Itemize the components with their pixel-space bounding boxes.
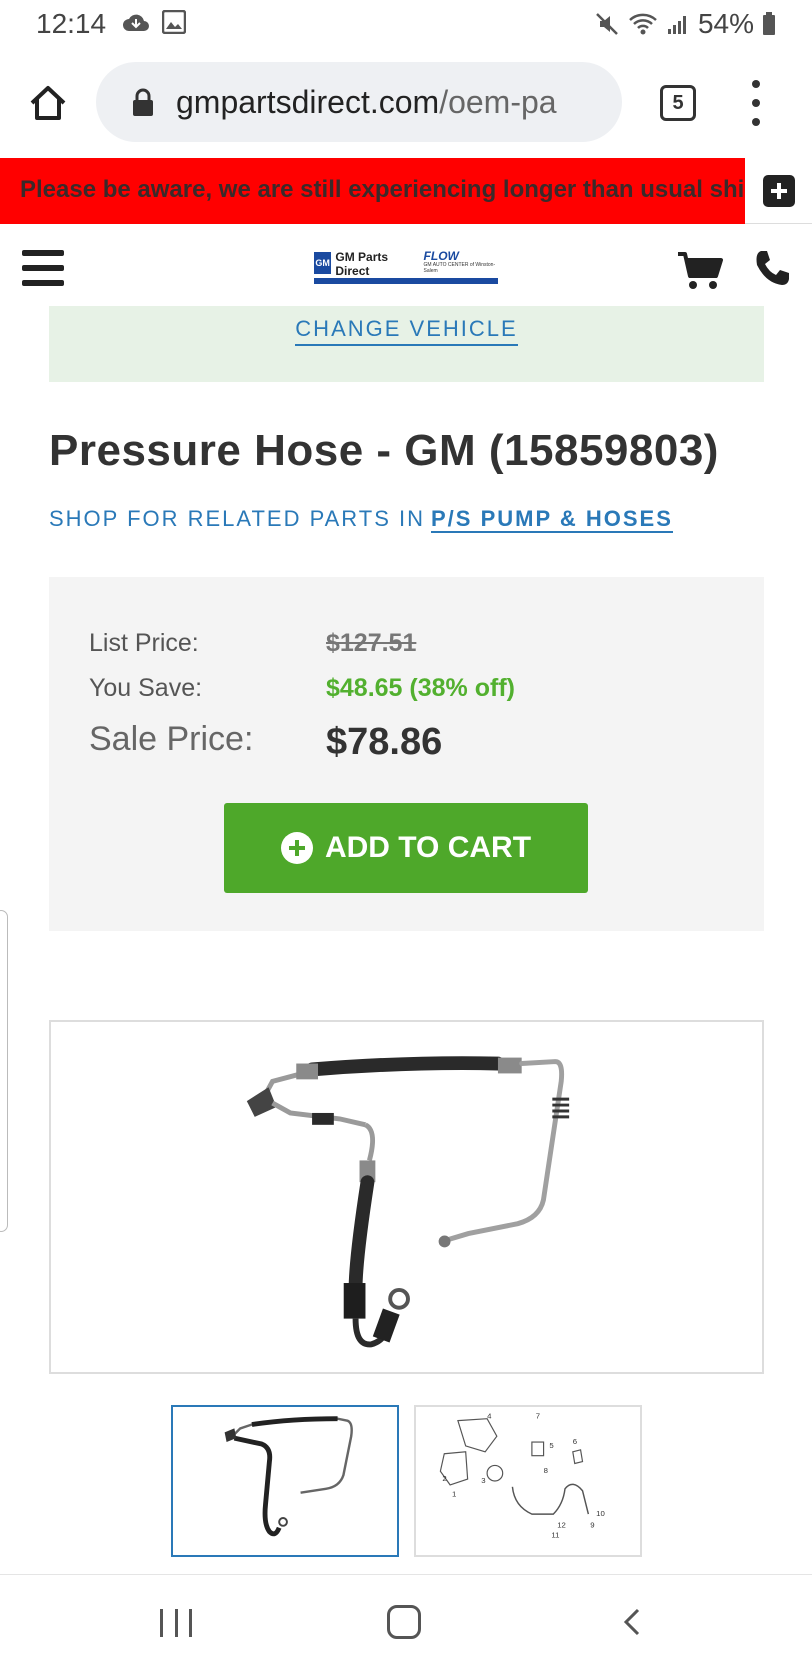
logo-partner-sub: GM AUTO CENTER of Winston-Salem	[423, 262, 496, 274]
system-home-button[interactable]	[387, 1605, 421, 1639]
status-left-icons	[122, 10, 186, 34]
thumbnail-parts-diagram[interactable]: 4 7 5 6 8 2 1 3 10 9 12 11	[414, 1405, 642, 1557]
menu-dot	[752, 99, 760, 107]
lock-icon	[133, 88, 153, 116]
diagram-callout: 4	[487, 1412, 492, 1421]
you-save-label: You Save:	[89, 674, 203, 702]
url-text: gmpartsdirect.com/oem-pa	[176, 84, 557, 121]
recents-line	[189, 1609, 192, 1637]
diagram-callout: 5	[549, 1441, 553, 1450]
tab-count: 5	[672, 91, 684, 114]
logo-underline	[314, 278, 498, 284]
phone-icon[interactable]	[752, 248, 792, 288]
list-price-label: List Price:	[89, 629, 199, 657]
diagram-callout: 7	[536, 1412, 540, 1421]
status-right: 54%	[594, 8, 776, 40]
mute-icon	[596, 13, 618, 35]
site-logo[interactable]: GM GM Parts Direct FLOW GM AUTO CENTER o…	[314, 250, 498, 284]
url-path: /oem-pa	[439, 83, 557, 120]
cloud-sync-icon	[123, 14, 149, 31]
menu-line	[22, 280, 64, 286]
menu-line	[22, 265, 64, 271]
plus-icon	[762, 174, 795, 207]
menu-line	[22, 250, 64, 256]
address-bar[interactable]: gmpartsdirect.com/oem-pa	[96, 62, 622, 142]
change-vehicle-link[interactable]: CHANGE VEHICLE	[295, 316, 518, 346]
plus-circle-icon	[280, 832, 313, 864]
status-time: 12:14	[36, 8, 107, 39]
price-panel: List Price: $127.51 You Save: $48.65 (38…	[49, 577, 764, 931]
product-title: Pressure Hose - GM (15859803)	[49, 426, 719, 475]
thumbnail-hose-photo[interactable]	[171, 1405, 399, 1557]
site-menu-button[interactable]	[22, 250, 64, 286]
browser-home-button[interactable]	[22, 77, 74, 129]
sale-price-label: Sale Price:	[89, 720, 254, 758]
diagram-callout: 2	[442, 1474, 446, 1483]
list-price-value: $127.51	[326, 629, 417, 657]
related-parts-line: SHOP FOR RELATED PARTS IN P/S PUMP & HOSE…	[49, 506, 673, 533]
home-icon	[30, 86, 66, 120]
wifi-icon	[629, 13, 657, 35]
diagram-callout: 6	[573, 1437, 577, 1446]
signal-icon	[667, 16, 686, 34]
browser-toolbar: gmpartsdirect.com/oem-pa 5	[0, 52, 812, 152]
parts-diagram-image: 4 7 5 6 8 2 1 3 10 9 12 11	[439, 1412, 605, 1539]
diagram-callout: 8	[544, 1466, 548, 1475]
logo-title: GM Parts Direct	[335, 250, 389, 278]
system-nav-bar	[0, 1574, 812, 1669]
browser-menu-button[interactable]	[746, 80, 766, 126]
notice-expand-button[interactable]	[745, 158, 812, 224]
diagram-callout: 1	[452, 1490, 456, 1499]
diagram-callout: 9	[590, 1521, 594, 1530]
shipping-notice-banner: Please be aware, we are still experienci…	[0, 158, 745, 224]
battery-icon	[763, 12, 775, 35]
recent-apps-button[interactable]	[160, 1609, 192, 1637]
hose-thumbnail-image	[224, 1416, 353, 1537]
gm-logo-icon: GM	[314, 252, 332, 274]
tab-switcher-button[interactable]: 5	[660, 85, 696, 121]
related-category-link[interactable]: P/S PUMP & HOSES	[431, 506, 673, 533]
main-product-image[interactable]	[49, 1020, 764, 1374]
notice-text: Please be aware, we are still experienci…	[20, 176, 745, 203]
diagram-callout: 11	[551, 1530, 559, 1539]
diagram-callout: 12	[557, 1521, 566, 1530]
vehicle-panel: CHANGE VEHICLE	[49, 306, 764, 382]
sale-price-value: $78.86	[326, 721, 443, 763]
diagram-callout: 10	[596, 1509, 605, 1518]
site-header: GM GM Parts Direct FLOW GM AUTO CENTER o…	[0, 232, 812, 308]
add-to-cart-label: ADD TO CART	[324, 831, 532, 864]
pressure-hose-image	[246, 1056, 570, 1348]
menu-dot	[752, 80, 760, 88]
cart-icon[interactable]	[676, 250, 724, 292]
battery-percent: 54%	[697, 8, 754, 39]
url-domain: gmpartsdirect.com	[176, 83, 440, 120]
status-bar: 12:14 54%	[0, 0, 812, 48]
back-icon[interactable]	[618, 1607, 648, 1637]
edge-panel-handle[interactable]	[0, 910, 8, 1232]
logo-partner-name: FLOW	[423, 249, 459, 263]
you-save-value: $48.65 (38% off)	[326, 674, 515, 702]
gallery-icon	[162, 10, 186, 34]
diagram-callout: 3	[481, 1476, 485, 1485]
add-to-cart-button[interactable]: ADD TO CART	[224, 803, 588, 893]
recents-line	[174, 1609, 178, 1637]
menu-dot	[752, 118, 760, 126]
related-prefix: SHOP FOR RELATED PARTS IN	[49, 506, 425, 531]
recents-line	[160, 1609, 163, 1637]
